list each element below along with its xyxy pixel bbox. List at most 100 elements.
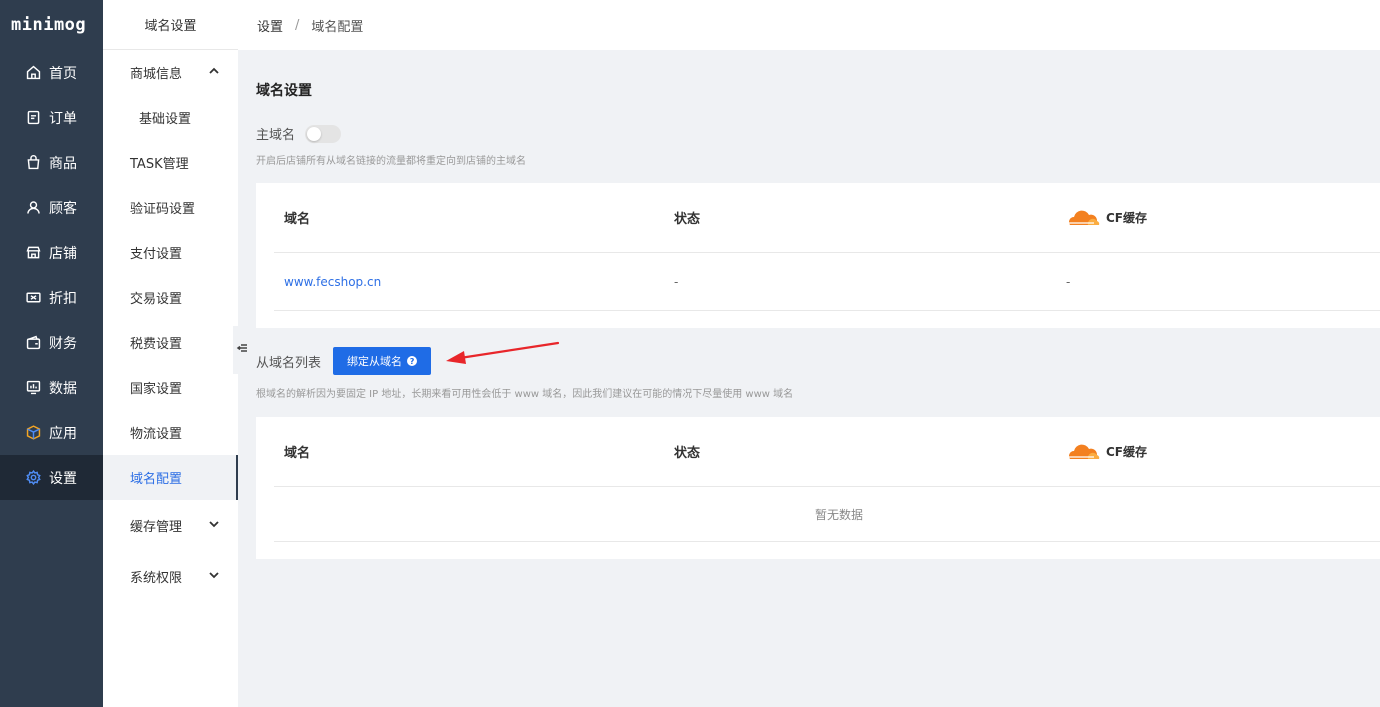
- nav-item-orders[interactable]: 订单: [0, 95, 103, 140]
- nav-item-label: 折扣: [49, 290, 77, 307]
- domain-status: -: [674, 275, 679, 289]
- cf-cache-label: CF缓存: [1106, 445, 1148, 459]
- subnav-item-country[interactable]: 国家设置: [103, 365, 238, 410]
- nav-item-settings[interactable]: 设置: [0, 455, 103, 500]
- subnav-item-permissions[interactable]: 系统权限: [103, 554, 238, 599]
- subnav-item-label: 税费设置: [130, 337, 183, 352]
- subnav-item-label: 交易设置: [130, 292, 183, 307]
- sub-domain-list-label: 从域名列表: [256, 355, 322, 371]
- subnav-item-domain-config[interactable]: 域名配置: [103, 455, 238, 500]
- bind-sub-domain-label: 绑定从域名: [347, 355, 403, 368]
- store-icon: [24, 244, 42, 262]
- main-sidebar: minimog 首页 订单 商品 顾客 店铺 折扣 财务 数据 应用 设置: [0, 0, 103, 707]
- nav-item-label: 设置: [49, 470, 77, 487]
- breadcrumb-current: 域名配置: [311, 19, 364, 35]
- nav-item-label: 财务: [49, 335, 77, 352]
- subnav-item-label: 域名配置: [130, 472, 183, 487]
- col-cf-cache: CF缓存: [1066, 417, 1147, 486]
- subnav-item-trade[interactable]: 交易设置: [103, 275, 238, 320]
- chevron-up-icon: [208, 65, 220, 81]
- order-icon: [24, 109, 42, 127]
- nav-item-label: 店铺: [49, 245, 77, 262]
- subnav-item-label: 物流设置: [130, 427, 183, 442]
- nav-item-label: 商品: [49, 155, 77, 172]
- main-domain-toggle[interactable]: [305, 124, 342, 143]
- sub-domain-table: 域名 状态 CF缓存 暂无数据: [256, 417, 1380, 559]
- nav-item-label: 数据: [49, 380, 77, 397]
- nav-item-products[interactable]: 商品: [0, 140, 103, 185]
- domain-table: 域名 状态 CF缓存 www.fecshop.cn - -: [256, 183, 1380, 328]
- nav-item-apps[interactable]: 应用: [0, 410, 103, 455]
- page-header: 设置 / 域名配置: [238, 0, 1380, 50]
- nav-item-label: 应用: [49, 425, 77, 442]
- gear-icon: [24, 469, 42, 487]
- toggle-knob: [307, 126, 322, 141]
- subnav-item-label: 系统权限: [130, 571, 183, 586]
- chevron-down-icon: [208, 518, 220, 534]
- col-domain: 域名: [284, 212, 311, 227]
- section-title: 域名设置: [256, 83, 312, 99]
- annotation-arrow: [446, 341, 560, 364]
- subnav-item-basic-settings[interactable]: 基础设置: [103, 95, 238, 140]
- wallet-icon: [24, 334, 42, 352]
- settings-subnav: 域名设置 商城信息 基础设置 TASK管理 验证码设置 支付设置 交易设置 税费…: [103, 0, 238, 707]
- table-header: 域名 状态 CF缓存: [274, 183, 1380, 253]
- main-domain-hint: 开启后店铺所有从域名链接的流量都将重定向到店铺的主域名: [256, 156, 526, 167]
- ticket-icon: [24, 289, 42, 307]
- table-row: www.fecshop.cn - -: [274, 254, 1380, 311]
- table-header: 域名 状态 CF缓存: [274, 417, 1380, 487]
- bind-sub-domain-button[interactable]: 绑定从域名 ?: [333, 347, 432, 375]
- subnav-item-label: 国家设置: [130, 382, 183, 397]
- subnav-item-label: 商城信息: [130, 67, 183, 82]
- main-domain-label: 主域名: [256, 128, 296, 143]
- nav-item-discounts[interactable]: 折扣: [0, 275, 103, 320]
- user-icon: [24, 199, 42, 217]
- subnav-item-logistics[interactable]: 物流设置: [103, 410, 238, 455]
- empty-state: 暂无数据: [274, 488, 1380, 542]
- domain-link[interactable]: www.fecshop.cn: [284, 254, 381, 310]
- nav-item-customers[interactable]: 顾客: [0, 185, 103, 230]
- nav-item-data[interactable]: 数据: [0, 365, 103, 410]
- app-logo[interactable]: minimog: [0, 0, 103, 50]
- subnav-item-store-info[interactable]: 商城信息: [103, 50, 238, 95]
- chevron-down-icon: [208, 569, 220, 585]
- subnav-item-label: 验证码设置: [130, 202, 196, 217]
- nav-item-label: 订单: [49, 110, 77, 127]
- bag-icon: [24, 154, 42, 172]
- subnav-item-task[interactable]: TASK管理: [103, 140, 238, 185]
- col-domain: 域名: [284, 446, 311, 461]
- chart-icon: [24, 379, 42, 397]
- subnav-title: 域名设置: [103, 0, 238, 50]
- box-icon: [24, 424, 42, 442]
- collapse-icon: [236, 342, 248, 358]
- cloudflare-icon: [1068, 210, 1100, 225]
- breadcrumb: 设置 / 域名配置: [257, 16, 363, 35]
- col-status: 状态: [674, 212, 701, 227]
- collapse-sidebar-button[interactable]: [233, 326, 251, 374]
- subnav-item-label: 基础设置: [139, 112, 192, 127]
- nav-item-label: 首页: [49, 65, 77, 82]
- nav-item-store[interactable]: 店铺: [0, 230, 103, 275]
- nav-item-finance[interactable]: 财务: [0, 320, 103, 365]
- sub-domain-list-row: 从域名列表 绑定从域名 ?: [256, 347, 432, 375]
- subnav-item-captcha[interactable]: 验证码设置: [103, 185, 238, 230]
- question-icon: ?: [407, 356, 418, 366]
- nav-item-label: 顾客: [49, 200, 77, 217]
- subnav-item-cache[interactable]: 缓存管理: [103, 503, 238, 548]
- subnav-item-label: 支付设置: [130, 247, 183, 262]
- main-domain-row: 主域名: [256, 124, 342, 143]
- home-icon: [24, 64, 42, 82]
- domain-cf-cache: -: [1066, 275, 1071, 289]
- breadcrumb-separator: /: [295, 17, 300, 33]
- col-cf-cache: CF缓存: [1066, 183, 1147, 252]
- breadcrumb-root[interactable]: 设置: [257, 16, 283, 35]
- subnav-item-tax[interactable]: 税费设置: [103, 320, 238, 365]
- subnav-item-payment[interactable]: 支付设置: [103, 230, 238, 275]
- cloudflare-icon: [1068, 444, 1100, 459]
- subnav-item-label: 缓存管理: [130, 520, 183, 535]
- subnav-item-label: TASK管理: [130, 157, 189, 172]
- nav-item-home[interactable]: 首页: [0, 50, 103, 95]
- col-status: 状态: [674, 446, 701, 461]
- cf-cache-label: CF缓存: [1106, 211, 1148, 225]
- sub-domain-hint: 根域名的解析因为要固定 IP 地址，长期来看可用性会低于 www 域名，因此我们…: [256, 389, 794, 400]
